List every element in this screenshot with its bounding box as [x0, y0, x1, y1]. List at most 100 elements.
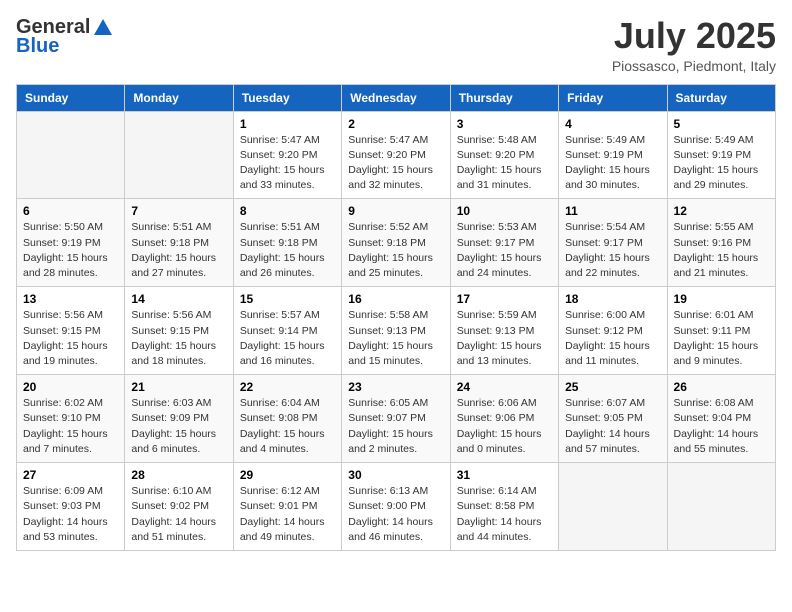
day-detail: Sunrise: 6:06 AMSunset: 9:06 PMDaylight:… [457, 397, 542, 455]
title-block: July 2025 Piossasco, Piedmont, Italy [612, 16, 776, 74]
weekday-header-wednesday: Wednesday [342, 84, 450, 111]
day-detail: Sunrise: 5:54 AMSunset: 9:17 PMDaylight:… [565, 221, 650, 279]
day-number: 27 [23, 468, 118, 482]
day-detail: Sunrise: 5:51 AMSunset: 9:18 PMDaylight:… [240, 221, 325, 279]
logo-blue-text: Blue [16, 35, 59, 58]
day-number: 28 [131, 468, 226, 482]
day-detail: Sunrise: 6:12 AMSunset: 9:01 PMDaylight:… [240, 485, 325, 543]
calendar-cell: 20 Sunrise: 6:02 AMSunset: 9:10 PMDaylig… [17, 375, 125, 463]
calendar-cell: 14 Sunrise: 5:56 AMSunset: 9:15 PMDaylig… [125, 287, 233, 375]
day-number: 21 [131, 380, 226, 394]
calendar-cell: 3 Sunrise: 5:48 AMSunset: 9:20 PMDayligh… [450, 111, 558, 199]
day-detail: Sunrise: 5:47 AMSunset: 9:20 PMDaylight:… [240, 134, 325, 192]
calendar-title: July 2025 [612, 16, 776, 56]
calendar-week-4: 20 Sunrise: 6:02 AMSunset: 9:10 PMDaylig… [17, 375, 776, 463]
day-detail: Sunrise: 5:55 AMSunset: 9:16 PMDaylight:… [674, 221, 759, 279]
calendar-cell [17, 111, 125, 199]
day-detail: Sunrise: 6:07 AMSunset: 9:05 PMDaylight:… [565, 397, 650, 455]
day-number: 22 [240, 380, 335, 394]
day-detail: Sunrise: 5:49 AMSunset: 9:19 PMDaylight:… [674, 134, 759, 192]
weekday-header-row: SundayMondayTuesdayWednesdayThursdayFrid… [17, 84, 776, 111]
calendar-cell: 31 Sunrise: 6:14 AMSunset: 8:58 PMDaylig… [450, 463, 558, 551]
day-number: 8 [240, 204, 335, 218]
day-number: 11 [565, 204, 660, 218]
day-detail: Sunrise: 6:03 AMSunset: 9:09 PMDaylight:… [131, 397, 216, 455]
day-number: 19 [674, 292, 769, 306]
calendar-cell: 27 Sunrise: 6:09 AMSunset: 9:03 PMDaylig… [17, 463, 125, 551]
weekday-header-friday: Friday [559, 84, 667, 111]
day-number: 2 [348, 117, 443, 131]
calendar-cell: 1 Sunrise: 5:47 AMSunset: 9:20 PMDayligh… [233, 111, 341, 199]
calendar-cell [667, 463, 775, 551]
day-number: 23 [348, 380, 443, 394]
day-detail: Sunrise: 5:49 AMSunset: 9:19 PMDaylight:… [565, 134, 650, 192]
calendar-table: SundayMondayTuesdayWednesdayThursdayFrid… [16, 84, 776, 551]
day-number: 1 [240, 117, 335, 131]
day-number: 29 [240, 468, 335, 482]
day-number: 6 [23, 204, 118, 218]
day-number: 12 [674, 204, 769, 218]
day-detail: Sunrise: 6:02 AMSunset: 9:10 PMDaylight:… [23, 397, 108, 455]
day-number: 30 [348, 468, 443, 482]
day-detail: Sunrise: 5:48 AMSunset: 9:20 PMDaylight:… [457, 134, 542, 192]
weekday-header-thursday: Thursday [450, 84, 558, 111]
calendar-cell: 30 Sunrise: 6:13 AMSunset: 9:00 PMDaylig… [342, 463, 450, 551]
day-number: 7 [131, 204, 226, 218]
logo: General Blue [16, 16, 114, 58]
day-detail: Sunrise: 5:56 AMSunset: 9:15 PMDaylight:… [23, 309, 108, 367]
calendar-cell: 18 Sunrise: 6:00 AMSunset: 9:12 PMDaylig… [559, 287, 667, 375]
calendar-cell: 2 Sunrise: 5:47 AMSunset: 9:20 PMDayligh… [342, 111, 450, 199]
calendar-cell: 16 Sunrise: 5:58 AMSunset: 9:13 PMDaylig… [342, 287, 450, 375]
day-detail: Sunrise: 6:09 AMSunset: 9:03 PMDaylight:… [23, 485, 108, 543]
day-detail: Sunrise: 5:51 AMSunset: 9:18 PMDaylight:… [131, 221, 216, 279]
calendar-cell: 12 Sunrise: 5:55 AMSunset: 9:16 PMDaylig… [667, 199, 775, 287]
calendar-cell: 6 Sunrise: 5:50 AMSunset: 9:19 PMDayligh… [17, 199, 125, 287]
calendar-cell: 4 Sunrise: 5:49 AMSunset: 9:19 PMDayligh… [559, 111, 667, 199]
day-number: 16 [348, 292, 443, 306]
day-number: 3 [457, 117, 552, 131]
calendar-week-3: 13 Sunrise: 5:56 AMSunset: 9:15 PMDaylig… [17, 287, 776, 375]
day-number: 15 [240, 292, 335, 306]
day-number: 20 [23, 380, 118, 394]
calendar-subtitle: Piossasco, Piedmont, Italy [612, 58, 776, 74]
day-detail: Sunrise: 6:14 AMSunset: 8:58 PMDaylight:… [457, 485, 542, 543]
weekday-header-saturday: Saturday [667, 84, 775, 111]
day-detail: Sunrise: 6:08 AMSunset: 9:04 PMDaylight:… [674, 397, 759, 455]
calendar-cell: 25 Sunrise: 6:07 AMSunset: 9:05 PMDaylig… [559, 375, 667, 463]
day-number: 9 [348, 204, 443, 218]
calendar-cell: 21 Sunrise: 6:03 AMSunset: 9:09 PMDaylig… [125, 375, 233, 463]
logo-icon [92, 17, 114, 39]
day-detail: Sunrise: 6:00 AMSunset: 9:12 PMDaylight:… [565, 309, 650, 367]
calendar-week-2: 6 Sunrise: 5:50 AMSunset: 9:19 PMDayligh… [17, 199, 776, 287]
day-number: 25 [565, 380, 660, 394]
day-number: 4 [565, 117, 660, 131]
day-detail: Sunrise: 5:58 AMSunset: 9:13 PMDaylight:… [348, 309, 433, 367]
calendar-cell: 5 Sunrise: 5:49 AMSunset: 9:19 PMDayligh… [667, 111, 775, 199]
calendar-cell: 22 Sunrise: 6:04 AMSunset: 9:08 PMDaylig… [233, 375, 341, 463]
calendar-cell [125, 111, 233, 199]
weekday-header-tuesday: Tuesday [233, 84, 341, 111]
day-number: 17 [457, 292, 552, 306]
day-detail: Sunrise: 6:05 AMSunset: 9:07 PMDaylight:… [348, 397, 433, 455]
page-header: General Blue July 2025 Piossasco, Piedmo… [16, 16, 776, 74]
calendar-week-1: 1 Sunrise: 5:47 AMSunset: 9:20 PMDayligh… [17, 111, 776, 199]
day-number: 18 [565, 292, 660, 306]
calendar-cell: 8 Sunrise: 5:51 AMSunset: 9:18 PMDayligh… [233, 199, 341, 287]
calendar-cell: 10 Sunrise: 5:53 AMSunset: 9:17 PMDaylig… [450, 199, 558, 287]
day-detail: Sunrise: 5:53 AMSunset: 9:17 PMDaylight:… [457, 221, 542, 279]
calendar-cell: 26 Sunrise: 6:08 AMSunset: 9:04 PMDaylig… [667, 375, 775, 463]
day-detail: Sunrise: 5:57 AMSunset: 9:14 PMDaylight:… [240, 309, 325, 367]
calendar-cell: 15 Sunrise: 5:57 AMSunset: 9:14 PMDaylig… [233, 287, 341, 375]
calendar-cell: 29 Sunrise: 6:12 AMSunset: 9:01 PMDaylig… [233, 463, 341, 551]
day-detail: Sunrise: 6:10 AMSunset: 9:02 PMDaylight:… [131, 485, 216, 543]
day-detail: Sunrise: 6:04 AMSunset: 9:08 PMDaylight:… [240, 397, 325, 455]
calendar-cell: 17 Sunrise: 5:59 AMSunset: 9:13 PMDaylig… [450, 287, 558, 375]
day-detail: Sunrise: 5:50 AMSunset: 9:19 PMDaylight:… [23, 221, 108, 279]
day-number: 31 [457, 468, 552, 482]
calendar-cell: 9 Sunrise: 5:52 AMSunset: 9:18 PMDayligh… [342, 199, 450, 287]
day-number: 24 [457, 380, 552, 394]
day-detail: Sunrise: 5:52 AMSunset: 9:18 PMDaylight:… [348, 221, 433, 279]
calendar-cell: 11 Sunrise: 5:54 AMSunset: 9:17 PMDaylig… [559, 199, 667, 287]
calendar-week-5: 27 Sunrise: 6:09 AMSunset: 9:03 PMDaylig… [17, 463, 776, 551]
day-detail: Sunrise: 5:56 AMSunset: 9:15 PMDaylight:… [131, 309, 216, 367]
